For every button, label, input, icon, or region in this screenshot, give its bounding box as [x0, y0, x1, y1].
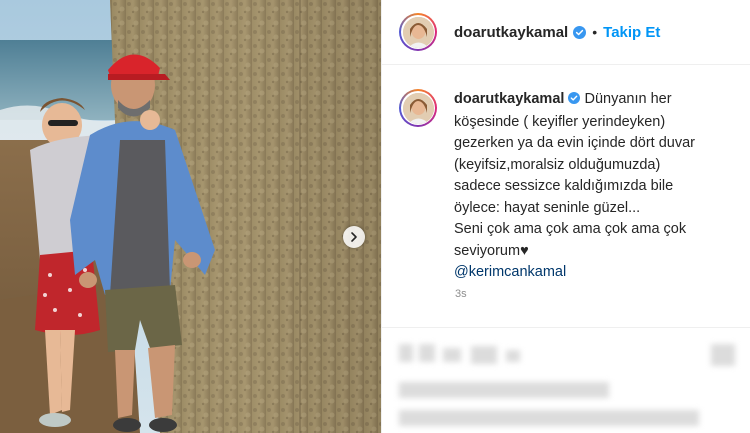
caption-block: doarutkaykamal Dünyanın her köşesinde ( …	[399, 89, 739, 284]
post-header: doarutkaykamal • Takip Et	[382, 0, 750, 65]
blurred-comment-area	[381, 330, 750, 433]
caption-text: doarutkaykamal Dünyanın her köşesinde ( …	[454, 89, 734, 284]
blurred-block	[711, 344, 735, 366]
blurred-block	[471, 346, 497, 364]
caption-line-0: Dünyanın her	[584, 91, 672, 107]
blurred-block	[419, 344, 435, 362]
verified-badge-icon	[573, 25, 587, 39]
caption-line-5: öylece: hayat seninle güzel...	[454, 199, 641, 216]
post-timestamp: 3s	[455, 288, 467, 300]
verified-badge-icon	[568, 90, 581, 112]
couple-photo-illustration	[0, 0, 381, 433]
section-divider	[381, 327, 750, 328]
avatar[interactable]	[399, 13, 437, 51]
caption-username[interactable]: doarutkaykamal	[454, 91, 564, 107]
blurred-block	[443, 348, 461, 362]
caption-line-7: seviyorum♥	[454, 242, 529, 259]
avatar-photo	[402, 92, 434, 124]
caption-line-4: sadece sessizce kaldığımızda bile	[454, 178, 674, 194]
caption-line: doarutkaykamal Dünyanın her	[454, 89, 734, 112]
caption-line-2: gezerken ya da evin içinde dört duvar	[454, 135, 696, 151]
carousel-next-icon	[351, 232, 357, 242]
caption-line-1: köşesinde ( keyifler yerindeyken)	[454, 113, 666, 130]
blurred-block	[399, 344, 413, 362]
follow-button[interactable]: Takip Et	[603, 24, 660, 41]
avatar-photo	[402, 16, 434, 48]
header-separator: •	[592, 24, 598, 40]
caption-avatar[interactable]	[399, 89, 437, 127]
caption-line-3: (keyifsiz,moralsiz olduğumuzda)	[454, 156, 661, 173]
post-photo[interactable]	[0, 0, 381, 433]
blurred-block	[506, 350, 520, 362]
carousel-next-button[interactable]	[343, 226, 365, 248]
caption-line-6: Seni çok ama çok ama çok ama çok	[454, 221, 687, 237]
header-username[interactable]: doarutkaykamal	[454, 24, 568, 41]
blurred-block	[399, 410, 699, 426]
mention-link[interactable]: @kerimcankamal	[454, 262, 734, 284]
blurred-block	[399, 382, 609, 398]
